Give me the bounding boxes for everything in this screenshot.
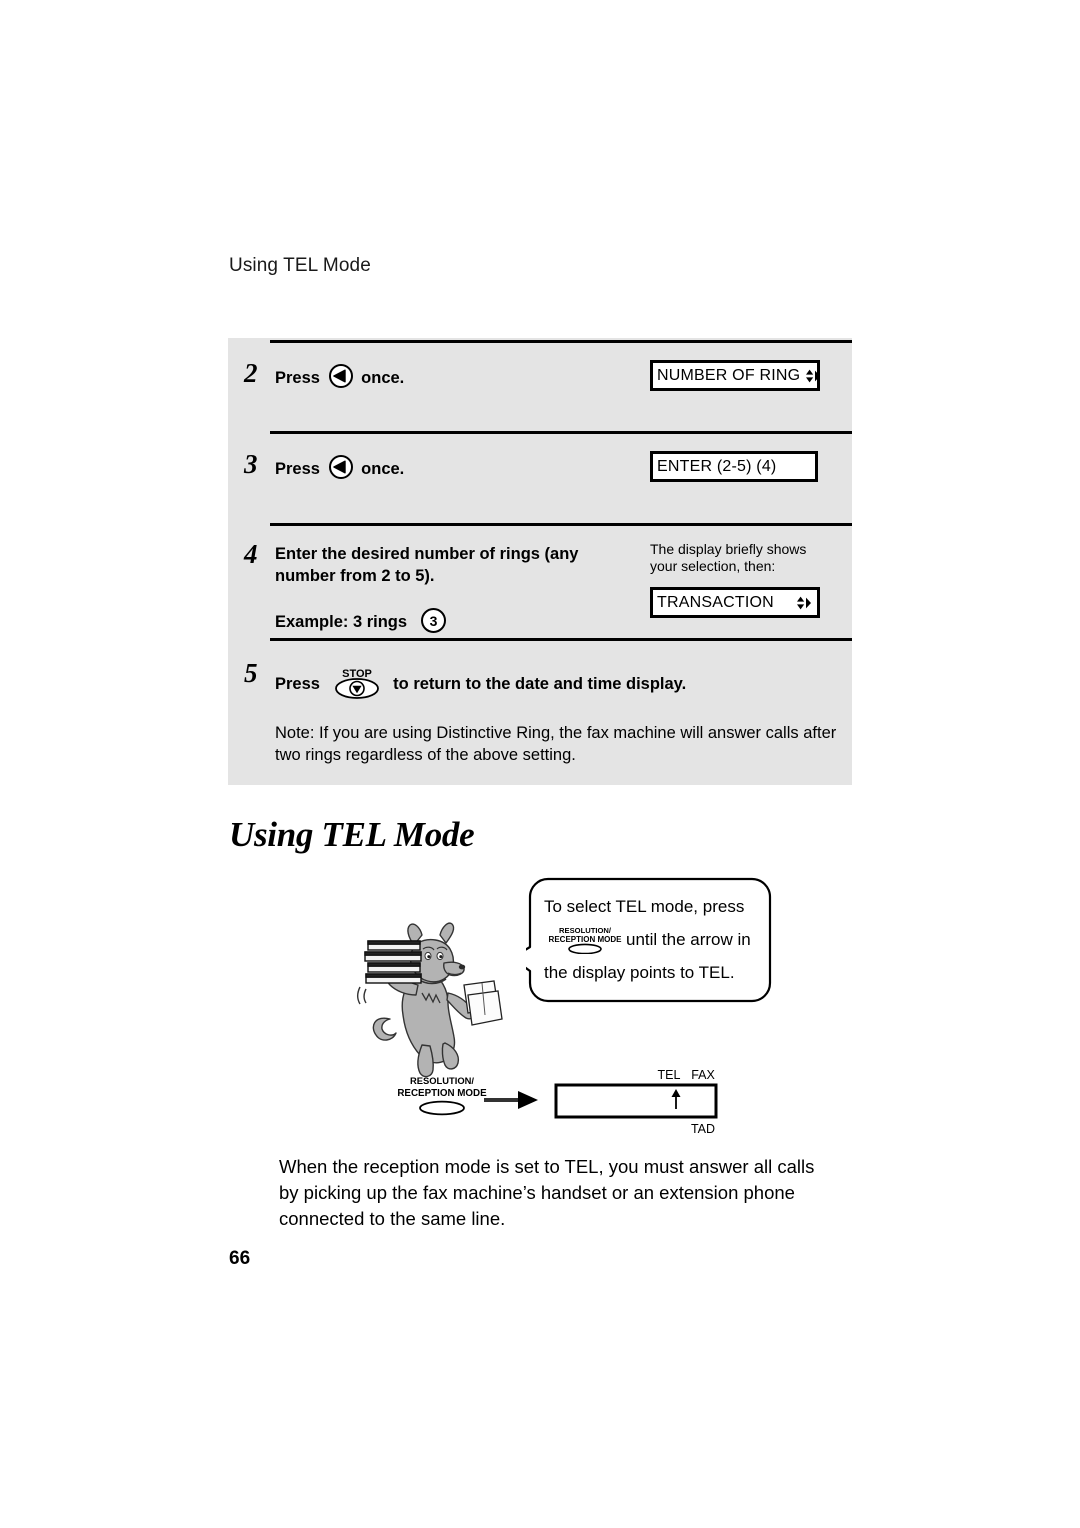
lcd-caption: The display briefly shows your selection… [650, 541, 850, 575]
lcd-text: ENTER (2-5) (4) [657, 457, 777, 475]
rrm-label-line-2: RECEPTION MODE [549, 935, 623, 944]
panel-rrm-label-line-1: RESOLUTION/ [410, 1075, 474, 1086]
closing-paragraph: When the reception mode is set to TEL, y… [279, 1156, 815, 1229]
procedure-step-5: 5 Press STOP to return to the date and t… [228, 638, 852, 785]
step-text-before-key: Press [275, 460, 320, 478]
panel-label-fax: FAX [691, 1068, 715, 1082]
speech-bubble-text: To select TEL mode, press RESOLUTION/ RE… [544, 890, 764, 989]
panel-rrm-label-line-2: RECEPTION MODE [397, 1088, 487, 1099]
panel-label-tad: TAD [691, 1122, 715, 1136]
pointer-arrow-icon [484, 1091, 538, 1109]
panel-label-tel: TEL [658, 1068, 681, 1082]
procedure-step-4: 4 Enter the desired number of rings (any… [228, 523, 852, 638]
step-text-before-key: Press [275, 369, 320, 387]
lcd-caption-line-2: your selection, then: [650, 558, 776, 574]
lcd-text: TRANSACTION [657, 593, 774, 611]
procedure-note: Note: If you are using Distinctive Ring,… [275, 724, 837, 764]
step-text-after-key: to return to the date and time display. [393, 675, 687, 693]
step-divider-rule [270, 431, 852, 434]
panel-rrm-key-oval [419, 1100, 465, 1116]
step-number: 5 [244, 658, 258, 688]
step-number: 2 [244, 358, 258, 388]
lcd-display-transaction: TRANSACTION [650, 587, 820, 618]
page-number: 66 [229, 1248, 251, 1269]
procedure-step-2: 2 Press once. NUMBER OF RING [228, 338, 852, 438]
step-text-after-key: once. [361, 460, 405, 478]
panel-diagram: RESOLUTION/ RECEPTION MODE TEL FAX TAD [388, 1067, 728, 1147]
step-divider-rule [270, 523, 852, 526]
step-divider-rule [270, 638, 852, 641]
section-heading: Using TEL Mode [229, 815, 475, 854]
lcd-caption-line-1: The display briefly shows [650, 541, 807, 557]
circled-number-value: 3 [429, 613, 437, 629]
lcd-display-number-of-ring: NUMBER OF RING [650, 360, 822, 391]
running-header: Using TEL Mode [229, 255, 371, 276]
lcd-text: NUMBER OF RING [657, 366, 801, 384]
step-number: 3 [244, 449, 258, 479]
round-right-arrow-key-icon[interactable] [328, 454, 354, 480]
illustration-block: To select TEL mode, press RESOLUTION/ RE… [228, 875, 852, 1150]
panel-lcd-display [554, 1083, 718, 1119]
resolution-reception-mode-button-icon[interactable]: RESOLUTION/ RECEPTION MODE [546, 924, 624, 955]
circled-number-icon: 3 [420, 607, 447, 634]
mascot-dog-illustration [348, 915, 528, 1080]
bubble-line-1: To select TEL mode, press [544, 897, 745, 916]
procedure-step-3: 3 Press once. ENTER (2-5) (4) [228, 431, 852, 523]
step-instruction-line-2: number from 2 to 5). [275, 567, 435, 585]
procedure-panel: 2 Press once. NUMBER OF RING 3 Press onc… [228, 338, 852, 785]
step-instruction: Press STOP to return to the date and tim… [275, 666, 835, 700]
up-down-right-arrows-icon [800, 365, 822, 387]
lcd-display-enter-range: ENTER (2-5) (4) [650, 451, 818, 482]
step-instruction: Press once. [275, 363, 595, 389]
up-down-right-arrows-icon [791, 592, 813, 614]
example-label: Example: 3 rings [275, 613, 408, 631]
rrm-label-line-1: RESOLUTION/ [559, 926, 612, 935]
step-example: Example: 3 rings 3 [275, 607, 575, 634]
stop-key-icon[interactable]: STOP [328, 666, 386, 700]
step-instruction: Press once. [275, 454, 595, 480]
step-instruction-line-1: Enter the desired number of rings (any [275, 545, 579, 563]
step-text-before-key: Press [275, 675, 320, 693]
step-number: 4 [244, 539, 258, 569]
step-instruction: Enter the desired number of rings (any n… [275, 543, 625, 587]
bubble-line-2: until the arrow in [626, 930, 751, 949]
bubble-line-3: the display points to TEL. [544, 963, 735, 982]
step-divider-rule [270, 340, 852, 343]
round-right-arrow-key-icon[interactable] [328, 363, 354, 389]
step-text-after-key: once. [361, 369, 405, 387]
